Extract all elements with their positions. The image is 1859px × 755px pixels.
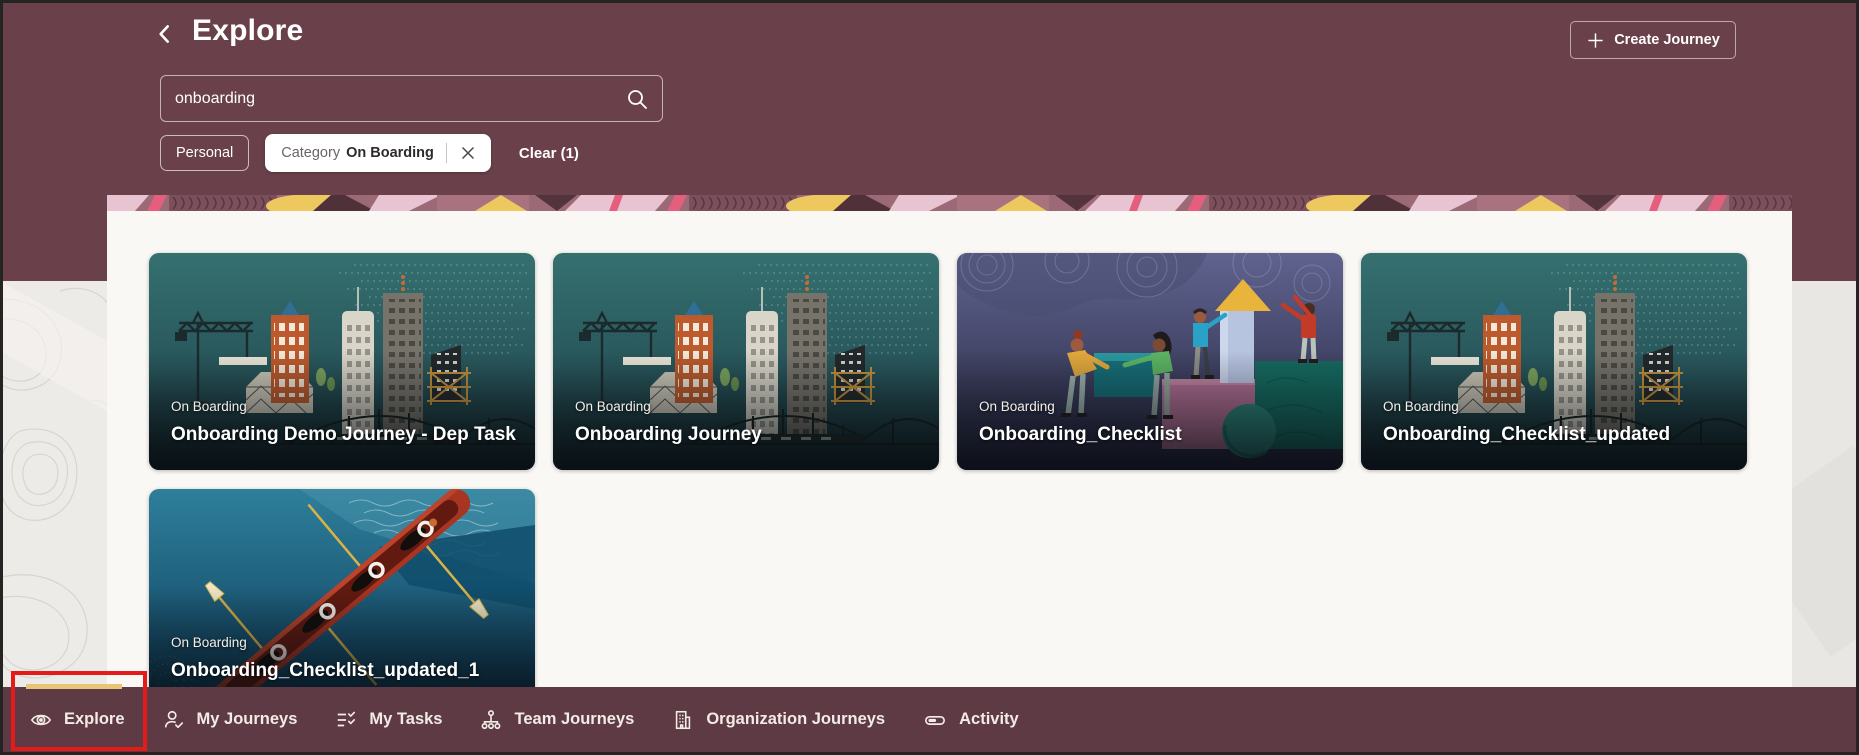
- close-x-icon[interactable]: [455, 140, 481, 166]
- clear-filters-link[interactable]: Clear (1): [519, 145, 579, 162]
- search-box: [160, 75, 663, 122]
- nav-item-my-journeys[interactable]: My Journeys: [163, 709, 298, 731]
- person-check-icon: [163, 709, 185, 731]
- back-button[interactable]: [150, 21, 180, 51]
- journey-card-title: Onboarding_Checklist_updated_1: [171, 660, 480, 681]
- filter-chips-row: Personal Category On Boarding Clear (1): [160, 134, 579, 172]
- chevron-left-icon: [152, 21, 178, 52]
- journey-card-title: Onboarding Journey: [575, 424, 762, 445]
- create-journey-label: Create Journey: [1614, 32, 1720, 48]
- banner-art-strip: [107, 195, 1792, 211]
- journey-card[interactable]: On Boarding Onboarding_Checklist_updated…: [149, 489, 535, 687]
- nav-item-label: Organization Journeys: [706, 710, 886, 728]
- filter-chip-category-value: On Boarding: [346, 145, 434, 161]
- journey-card[interactable]: On Boarding Onboarding_Checklist_updated: [1361, 253, 1747, 470]
- nav-item-label: My Tasks: [369, 710, 443, 728]
- card-grid: On Boarding Onboarding Demo Journey - De…: [107, 211, 1792, 687]
- create-journey-button[interactable]: Create Journey: [1570, 21, 1736, 59]
- journey-card-category: On Boarding: [171, 635, 247, 650]
- explore-eye-icon: [30, 709, 52, 731]
- journey-card-category: On Boarding: [1383, 399, 1459, 414]
- search-input[interactable]: [161, 89, 625, 108]
- activity-pill-icon: [923, 709, 947, 731]
- nav-item-label: My Journeys: [196, 710, 298, 728]
- nav-item-explore[interactable]: Explore: [30, 709, 125, 731]
- journey-card-title: Onboarding_Checklist: [979, 424, 1182, 445]
- journey-card-category: On Boarding: [171, 399, 247, 414]
- nav-item-organization-journeys[interactable]: Organization Journeys: [672, 709, 885, 731]
- org-tree-icon: [480, 709, 502, 731]
- nav-item-team-journeys[interactable]: Team Journeys: [480, 709, 634, 731]
- journey-card-category: On Boarding: [979, 399, 1055, 414]
- task-list-icon: [335, 709, 357, 731]
- nav-item-label: Activity: [959, 710, 1019, 728]
- topographic-margin-art: [0, 281, 107, 687]
- building-icon: [672, 709, 694, 731]
- journey-card[interactable]: On Boarding Onboarding Demo Journey - De…: [149, 253, 535, 470]
- nav-item-label: Team Journeys: [514, 710, 635, 728]
- filter-chip-category-prefix: Category: [281, 145, 341, 161]
- filter-chip-personal[interactable]: Personal: [160, 135, 250, 171]
- active-tab-indicator: [26, 684, 122, 689]
- filter-chip-category[interactable]: Category On Boarding: [265, 134, 491, 172]
- search-icon[interactable]: [625, 87, 649, 111]
- page-title: Explore: [192, 14, 304, 47]
- nav-item-my-tasks[interactable]: My Tasks: [335, 709, 442, 731]
- journey-card[interactable]: On Boarding Onboarding_Checklist: [957, 253, 1343, 470]
- right-margin: [1792, 281, 1859, 687]
- chip-divider: [445, 143, 447, 163]
- content-panel: On Boarding Onboarding Demo Journey - De…: [107, 211, 1792, 687]
- bottom-nav: Explore My Journeys My Tasks Team Journe…: [0, 687, 1859, 752]
- nav-item-label: Explore: [64, 710, 125, 728]
- plus-icon: [1586, 31, 1605, 50]
- card-shade: [149, 489, 535, 687]
- journey-card-category: On Boarding: [575, 399, 651, 414]
- nav-item-activity[interactable]: Activity: [923, 709, 1019, 731]
- journey-card-title: Onboarding Demo Journey - Dep Task: [171, 424, 516, 445]
- journey-card[interactable]: On Boarding Onboarding Journey: [553, 253, 939, 470]
- journey-card-title: Onboarding_Checklist_updated: [1383, 424, 1671, 445]
